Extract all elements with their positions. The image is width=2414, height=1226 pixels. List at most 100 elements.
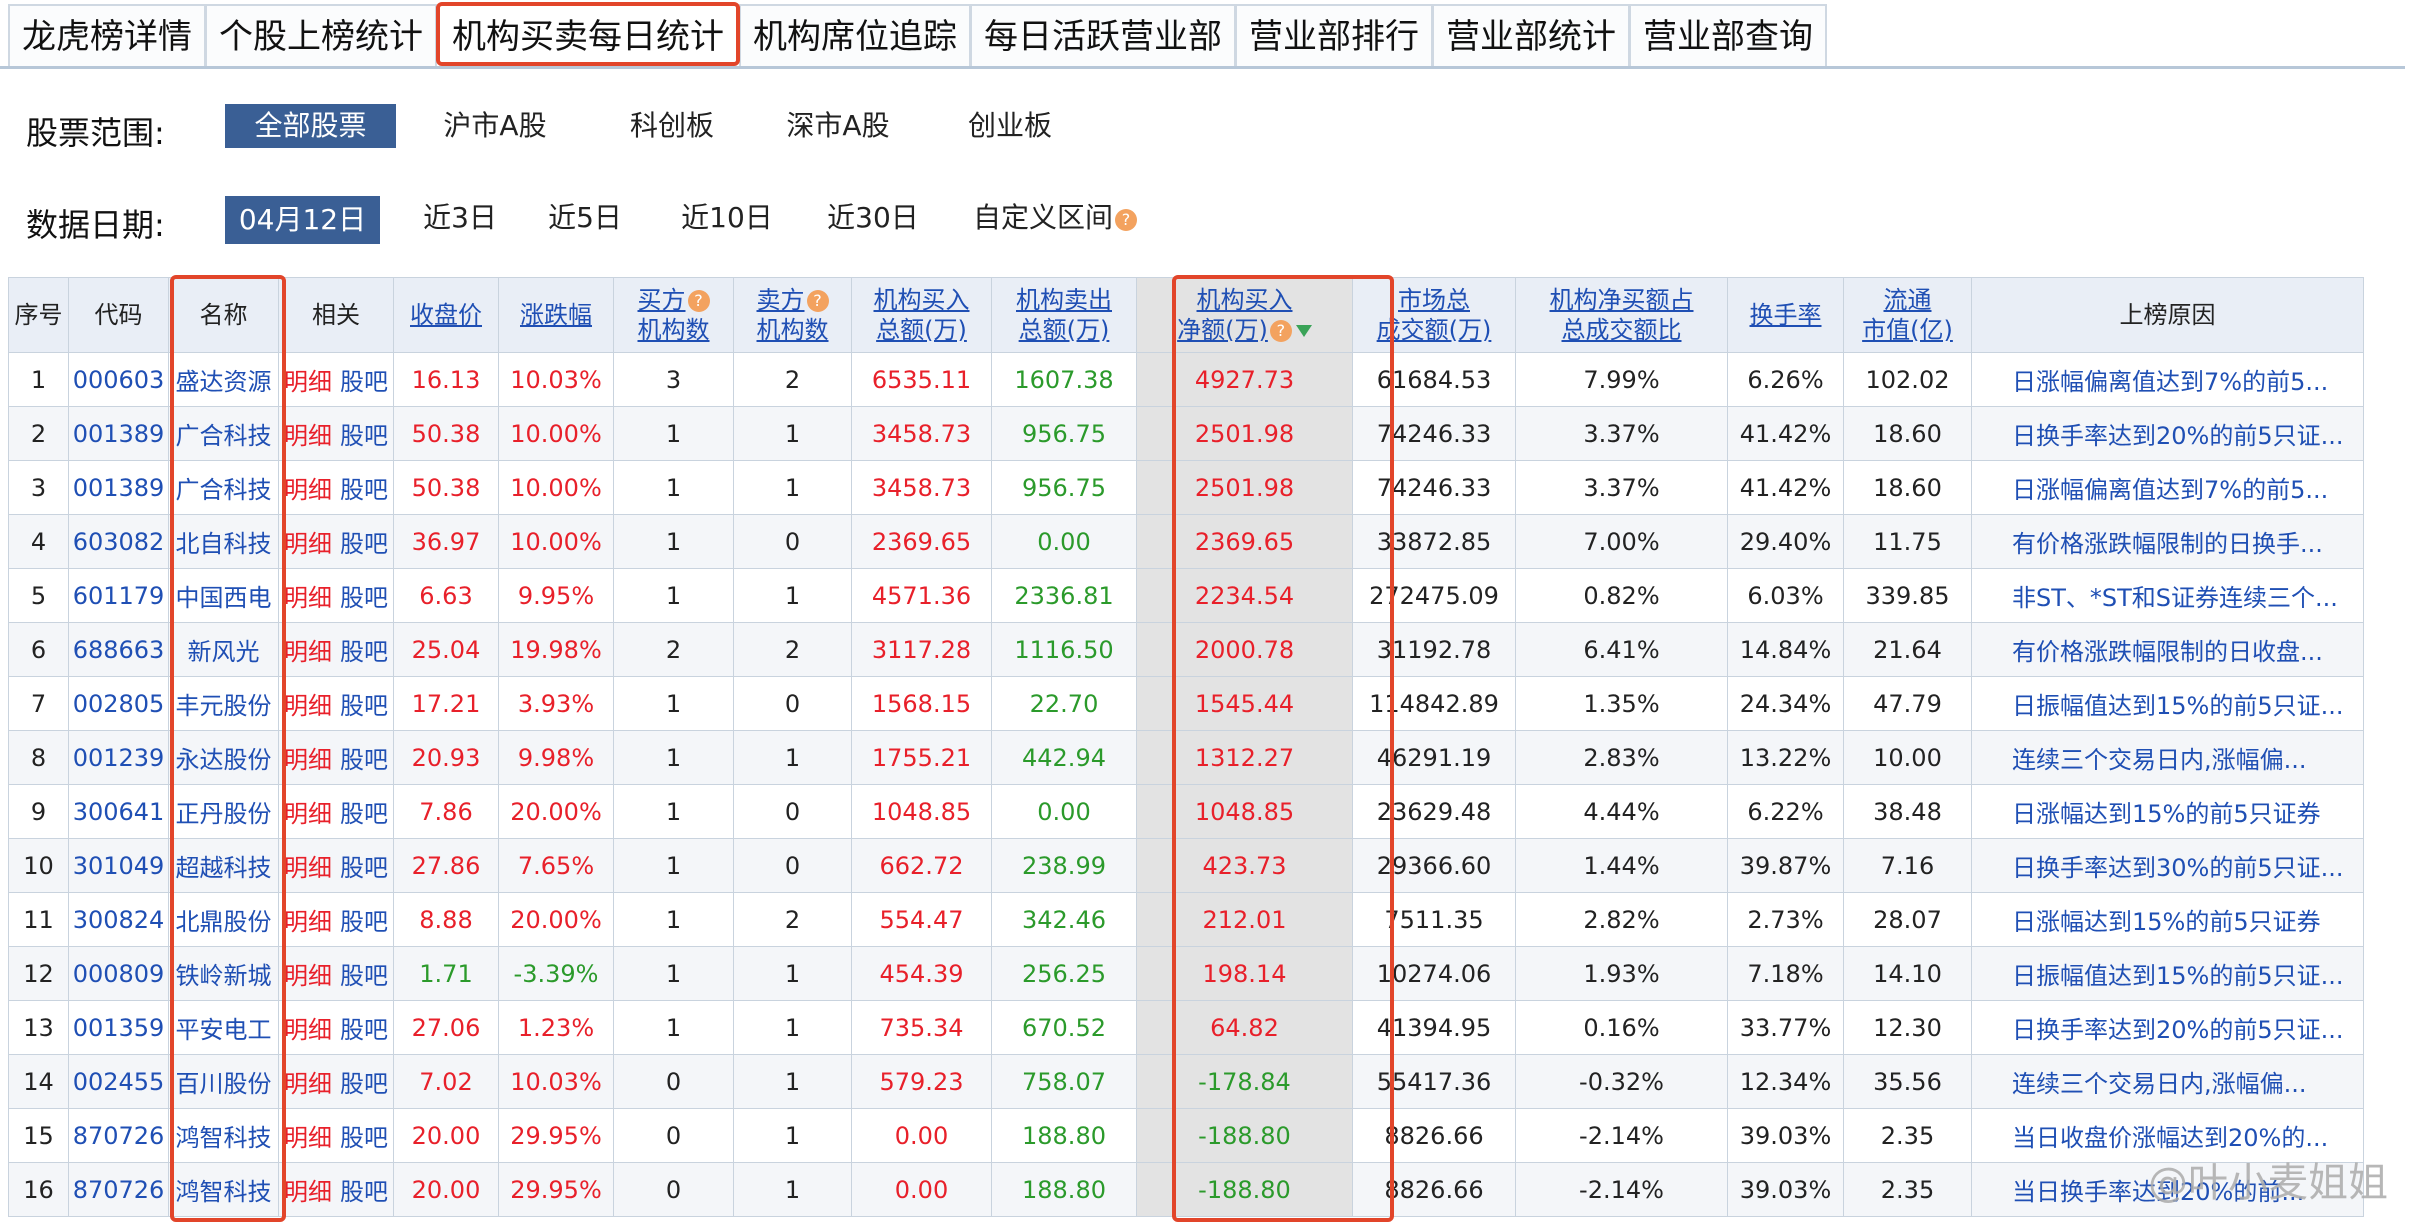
tab-inst-seat[interactable]: 机构席位追踪 <box>739 4 971 66</box>
date-option-today[interactable]: 04月12日 <box>225 196 380 244</box>
cell-code[interactable]: 002455 <box>68 1054 169 1109</box>
header-ratio[interactable]: 机构净买额占 总成交额比 <box>1515 277 1728 353</box>
date-option-10d[interactable]: 近10日 <box>672 196 782 240</box>
cell-reason[interactable]: 日涨幅偏离值达到7%的前5... <box>1971 460 2364 515</box>
cell-name[interactable]: 盛达资源 <box>168 352 279 407</box>
forum-link[interactable]: 股吧 <box>340 1124 388 1152</box>
table-row[interactable]: 11 300824 北鼎股份 明细 股吧 8.88 20.00% 1 2 554.47 342.46… <box>8 892 2364 947</box>
date-option-30d[interactable]: 近30日 <box>818 196 928 240</box>
cell-code[interactable]: 603082 <box>68 514 169 569</box>
table-row[interactable]: 8 001239 永达股份 明细 股吧 20.93 9.98% 1 1 1755.21 442.94… <box>8 730 2364 785</box>
cell-code[interactable]: 601179 <box>68 568 169 623</box>
table-row[interactable]: 15 870726 鸿智科技 明细 股吧 20.00 29.95% 0 1 0.00 188.80-… <box>8 1108 2364 1163</box>
table-row[interactable]: 9 300641 正丹股份 明细 股吧 7.86 20.00% 1 0 1048.85 0.00 10… <box>8 784 2364 839</box>
table-row[interactable]: 10 301049 超越科技 明细 股吧 27.86 7.65% 1 0 662.72 238.99… <box>8 838 2364 893</box>
detail-link[interactable]: 明细 <box>284 638 332 666</box>
detail-link[interactable]: 明细 <box>284 854 332 882</box>
detail-link[interactable]: 明细 <box>284 908 332 936</box>
tab-inst-daily[interactable]: 机构买卖每日统计 <box>436 2 740 66</box>
cell-name[interactable]: 鸿智科技 <box>168 1162 279 1217</box>
cell-code[interactable]: 688663 <box>68 622 169 677</box>
cell-code[interactable]: 870726 <box>68 1162 169 1217</box>
tab-lhb-detail[interactable]: 龙虎榜详情 <box>8 4 206 66</box>
header-buy-inst[interactable]: 买方? 机构数 <box>613 277 734 353</box>
header-turnover[interactable]: 换手率 <box>1727 277 1844 353</box>
tab-active-branch[interactable]: 每日活跃营业部 <box>970 4 1236 66</box>
scope-option-sh[interactable]: 沪市A股 <box>440 104 550 148</box>
cell-reason[interactable]: 日涨幅偏离值达到7%的前5... <box>1971 352 2364 407</box>
detail-link[interactable]: 明细 <box>284 692 332 720</box>
cell-name[interactable]: 百川股份 <box>168 1054 279 1109</box>
cell-reason[interactable]: 日换手率达到20%的前5只证... <box>1971 1000 2364 1055</box>
cell-reason[interactable]: 日振幅值达到15%的前5只证... <box>1971 946 2364 1001</box>
cell-code[interactable]: 001359 <box>68 1000 169 1055</box>
detail-link[interactable]: 明细 <box>284 530 332 558</box>
detail-link[interactable]: 明细 <box>284 746 332 774</box>
table-row[interactable]: 4 603082 北自科技 明细 股吧 36.97 10.00% 1 0 2369.65 0.00 2… <box>8 514 2364 569</box>
cell-reason[interactable]: 日涨幅达到15%的前5只证券 <box>1971 784 2364 839</box>
detail-link[interactable]: 明细 <box>284 422 332 450</box>
cell-name[interactable]: 北自科技 <box>168 514 279 569</box>
cell-name[interactable]: 永达股份 <box>168 730 279 785</box>
help-icon[interactable]: ? <box>1115 209 1137 231</box>
cell-name[interactable]: 新风光 <box>168 622 279 677</box>
forum-link[interactable]: 股吧 <box>340 476 388 504</box>
forum-link[interactable]: 股吧 <box>340 638 388 666</box>
cell-name[interactable]: 北鼎股份 <box>168 892 279 947</box>
detail-link[interactable]: 明细 <box>284 476 332 504</box>
cell-reason[interactable]: 非ST、*ST和S证券连续三个... <box>1971 568 2364 623</box>
cell-reason[interactable]: 有价格涨跌幅限制的日收盘... <box>1971 622 2364 677</box>
header-change[interactable]: 涨跌幅 <box>498 277 614 353</box>
cell-reason[interactable]: 日涨幅达到15%的前5只证券 <box>1971 892 2364 947</box>
table-row[interactable]: 16 870726 鸿智科技 明细 股吧 20.00 29.95% 0 1 0.00 188.80-… <box>8 1162 2364 1217</box>
tab-stock-stats[interactable]: 个股上榜统计 <box>205 4 437 66</box>
scope-option-star[interactable]: 科创板 <box>617 104 727 148</box>
table-row[interactable]: 3 001389 广合科技 明细 股吧 50.38 10.00% 1 1 3458.73 956.7… <box>8 460 2364 515</box>
cell-reason[interactable]: 连续三个交易日内,涨幅偏... <box>1971 730 2364 785</box>
date-option-custom[interactable]: 自定义区间? <box>965 196 1145 240</box>
detail-link[interactable]: 明细 <box>284 1070 332 1098</box>
cell-code[interactable]: 300824 <box>68 892 169 947</box>
table-row[interactable]: 6 688663 新风光 明细 股吧 25.04 19.98% 2 2 3117.28 1116.5… <box>8 622 2364 677</box>
detail-link[interactable]: 明细 <box>284 800 332 828</box>
header-buy-total[interactable]: 机构买入 总额(万) <box>851 277 992 353</box>
detail-link[interactable]: 明细 <box>284 962 332 990</box>
table-row[interactable]: 2 001389 广合科技 明细 股吧 50.38 10.00% 1 1 3458.73 956.7… <box>8 406 2364 461</box>
forum-link[interactable]: 股吧 <box>340 1178 388 1206</box>
cell-name[interactable]: 铁岭新城 <box>168 946 279 1001</box>
table-row[interactable]: 12 000809 铁岭新城 明细 股吧 1.71 -3.39% 1 1 454.39 256.25… <box>8 946 2364 1001</box>
table-row[interactable]: 7 002805 丰元股份 明细 股吧 17.21 3.93% 1 0 1568.15 22.70 1… <box>8 676 2364 731</box>
header-net[interactable]: 机构买入 净额(万)? <box>1136 277 1353 353</box>
cell-code[interactable]: 001389 <box>68 406 169 461</box>
detail-link[interactable]: 明细 <box>284 1124 332 1152</box>
forum-link[interactable]: 股吧 <box>340 422 388 450</box>
cell-name[interactable]: 中国西电 <box>168 568 279 623</box>
cell-name[interactable]: 正丹股份 <box>168 784 279 839</box>
cell-reason[interactable]: 连续三个交易日内,涨幅偏... <box>1971 1054 2364 1109</box>
cell-name[interactable]: 丰元股份 <box>168 676 279 731</box>
table-row[interactable]: 14 002455 百川股份 明细 股吧 7.02 10.03% 0 1 579.23 758.07… <box>8 1054 2364 1109</box>
date-option-3d[interactable]: 近3日 <box>410 196 510 240</box>
forum-link[interactable]: 股吧 <box>340 530 388 558</box>
scope-option-sz[interactable]: 深市A股 <box>783 104 893 148</box>
forum-link[interactable]: 股吧 <box>340 1070 388 1098</box>
cell-code[interactable]: 001389 <box>68 460 169 515</box>
table-row[interactable]: 13 001359 平安电工 明细 股吧 27.06 1.23% 1 1 735.34 670.52… <box>8 1000 2364 1055</box>
header-sell-total[interactable]: 机构卖出 总额(万) <box>991 277 1137 353</box>
help-icon[interactable]: ? <box>1269 320 1292 342</box>
header-cap[interactable]: 流通 市值(亿) <box>1843 277 1972 353</box>
scope-option-all[interactable]: 全部股票 <box>225 104 396 148</box>
date-option-5d[interactable]: 近5日 <box>535 196 635 240</box>
forum-link[interactable]: 股吧 <box>340 908 388 936</box>
sort-desc-icon[interactable] <box>1295 325 1312 337</box>
cell-code[interactable]: 002805 <box>68 676 169 731</box>
forum-link[interactable]: 股吧 <box>340 368 388 396</box>
detail-link[interactable]: 明细 <box>284 368 332 396</box>
cell-reason[interactable]: 日振幅值达到15%的前5只证... <box>1971 676 2364 731</box>
forum-link[interactable]: 股吧 <box>340 800 388 828</box>
table-row[interactable]: 5 601179 中国西电 明细 股吧 6.63 9.95% 1 1 4571.36 2336.81… <box>8 568 2364 623</box>
cell-code[interactable]: 001239 <box>68 730 169 785</box>
forum-link[interactable]: 股吧 <box>340 1016 388 1044</box>
forum-link[interactable]: 股吧 <box>340 962 388 990</box>
cell-name[interactable]: 鸿智科技 <box>168 1108 279 1163</box>
